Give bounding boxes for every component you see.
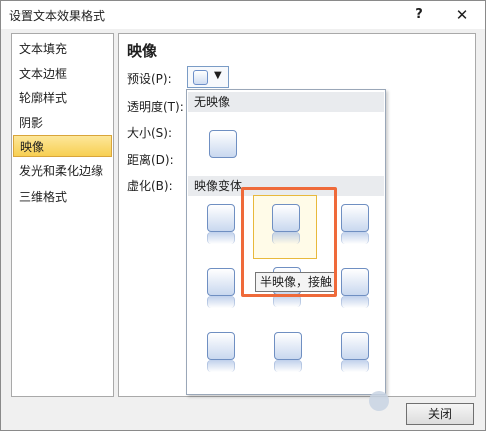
- help-button[interactable]: ?: [406, 4, 432, 26]
- nav-item-glow-soft-edges[interactable]: 发光和柔化边缘: [13, 160, 112, 182]
- nav-item-3d-format[interactable]: 三维格式: [13, 186, 112, 208]
- baidu-jingyan-watermark: [369, 387, 481, 417]
- nav-item-text-fill[interactable]: 文本填充: [13, 38, 112, 60]
- panel-title: 映像: [127, 42, 158, 60]
- annotation-highlight-box: [241, 187, 337, 297]
- preset-dropdown[interactable]: ▼: [187, 66, 229, 88]
- reflection-tile-tight-4pt[interactable]: [207, 268, 235, 324]
- category-list: 文本填充 文本边框 轮廓样式 阴影 映像 发光和柔化边缘 三维格式: [11, 33, 114, 397]
- nav-item-reflection[interactable]: 映像: [13, 135, 112, 157]
- reflection-tile-half-8pt[interactable]: [274, 332, 302, 388]
- nav-item-outline-style[interactable]: 轮廓样式: [13, 87, 112, 109]
- reflection-preset-icon: [193, 70, 208, 85]
- distance-label: 距离(D):: [127, 153, 174, 167]
- nav-item-shadow[interactable]: 阴影: [13, 112, 112, 134]
- title-bar: 设置文本效果格式 ? ✕: [1, 1, 485, 29]
- paw-logo-icon: [369, 391, 389, 411]
- reflection-tile-full-4pt[interactable]: [341, 268, 369, 324]
- reflection-tile-full-8pt[interactable]: [341, 332, 369, 388]
- dialog-title: 设置文本效果格式: [9, 9, 106, 23]
- blur-label: 虚化(B):: [127, 179, 173, 193]
- format-text-effects-dialog: 设置文本效果格式 ? ✕ 文本填充 文本边框 轮廓样式 阴影 映像 发光和柔化边…: [0, 0, 486, 431]
- preset-label: 预设(P):: [127, 72, 172, 86]
- no-reflection-header: 无映像: [188, 92, 384, 112]
- size-label: 大小(S):: [127, 126, 173, 140]
- reflection-tile-tight-8pt[interactable]: [207, 332, 235, 388]
- nav-item-text-outline[interactable]: 文本边框: [13, 63, 112, 85]
- chevron-down-icon: ▼: [214, 70, 222, 81]
- reflection-tile-tight-touching[interactable]: [207, 204, 235, 260]
- reflection-tile-full-touching[interactable]: [341, 204, 369, 260]
- transparency-label: 透明度(T):: [127, 100, 184, 114]
- close-icon[interactable]: ✕: [449, 4, 475, 26]
